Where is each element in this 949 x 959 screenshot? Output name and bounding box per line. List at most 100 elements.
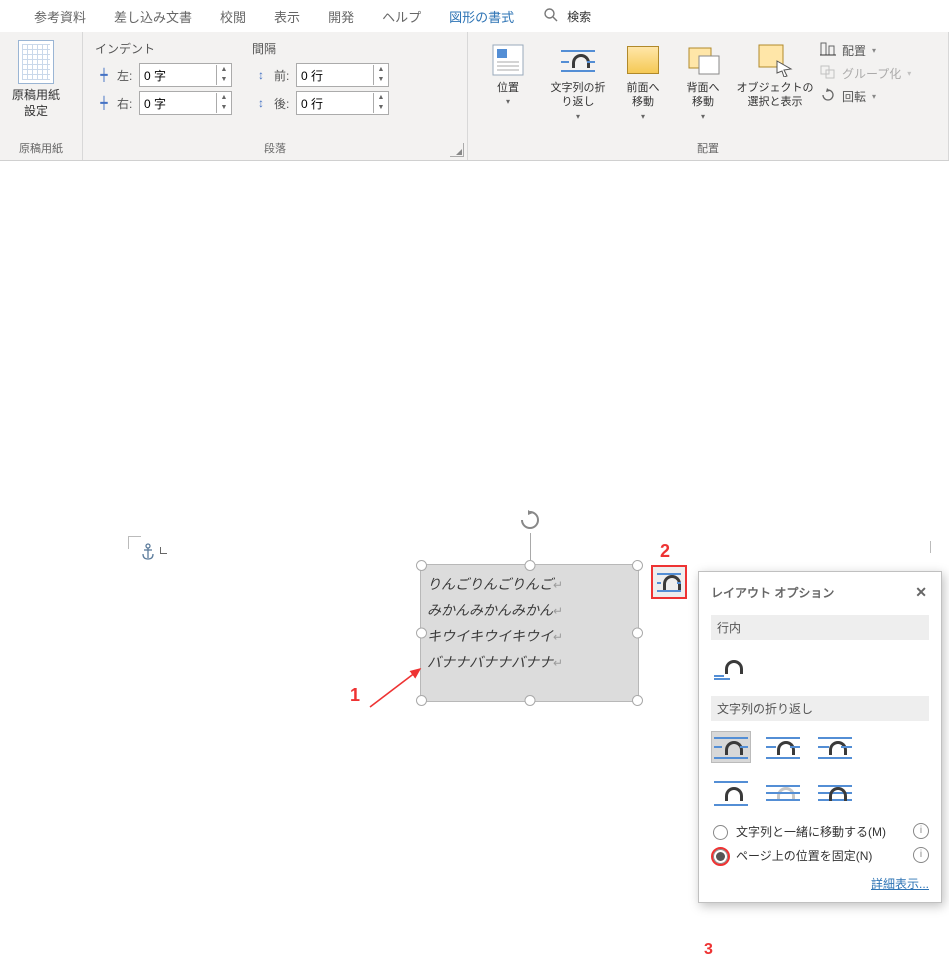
spacing-before-spinner[interactable]: ▲▼ xyxy=(296,63,389,87)
spinner-up[interactable]: ▲ xyxy=(217,65,231,75)
search-icon xyxy=(543,7,559,26)
right-margin-mark xyxy=(930,541,933,553)
radio-fix-on-page[interactable]: ページ上の位置を固定(N) i xyxy=(711,847,929,865)
indent-left-input[interactable] xyxy=(140,66,216,84)
selection-pane-icon xyxy=(757,42,793,78)
spacing-before-input[interactable] xyxy=(297,66,373,84)
resize-handle-tl[interactable] xyxy=(416,560,427,571)
spinner-down[interactable]: ▼ xyxy=(374,103,388,113)
radio-icon xyxy=(713,825,728,840)
layout-options-icon xyxy=(657,573,681,591)
details-link[interactable]: 詳細表示... xyxy=(871,877,929,891)
wrap-front-option[interactable] xyxy=(815,777,855,809)
ribbon-body: 原稿用紙 設定 原稿用紙 インデント ┿ 左: ▲▼ ┿ 右: xyxy=(0,32,949,161)
bring-forward-label: 前面へ 移動 xyxy=(627,81,660,110)
tab-developer[interactable]: 開発 xyxy=(314,1,368,32)
wrap-behind-option[interactable] xyxy=(763,777,803,809)
tab-mailmerge[interactable]: 差し込み文書 xyxy=(100,1,206,32)
spinner-down[interactable]: ▼ xyxy=(374,75,388,85)
spacing-after-input[interactable] xyxy=(297,94,373,112)
spacing-before-label: 前: xyxy=(274,67,292,84)
layout-options-popup: レイアウト オプション ✕ 行内 文字列の折り返し xyxy=(698,571,942,903)
rotate-connector xyxy=(530,533,531,560)
spinner-up[interactable]: ▲ xyxy=(374,65,388,75)
bring-forward-button[interactable]: 前面へ 移動▾ xyxy=(614,40,672,123)
spinner-down[interactable]: ▼ xyxy=(217,75,231,85)
spacing-after-spinner[interactable]: ▲▼ xyxy=(296,91,389,115)
genkou-button[interactable]: 原稿用紙 設定 xyxy=(6,36,66,123)
popup-title: レイアウト オプション xyxy=(711,584,834,601)
resize-handle-br[interactable] xyxy=(632,695,643,706)
resize-handle-r[interactable] xyxy=(632,628,643,639)
indent-header: インデント xyxy=(95,40,232,57)
tab-review[interactable]: 校閲 xyxy=(206,1,260,32)
rotate-label: 回転 xyxy=(842,88,866,105)
info-icon[interactable]: i xyxy=(913,847,929,863)
layout-options-button[interactable] xyxy=(651,565,687,599)
resize-handle-tr[interactable] xyxy=(632,560,643,571)
textbox-content: りんごりんごりんご↵ みかんみかんみかん↵ キウイキウイキウイ↵ バナナバナナバ… xyxy=(421,565,638,685)
wrap-square-option[interactable] xyxy=(711,731,751,763)
position-label: 位置 xyxy=(497,81,519,95)
text-wrap-icon xyxy=(560,42,596,78)
resize-handle-bl[interactable] xyxy=(416,695,427,706)
tab-shape-format[interactable]: 図形の書式 xyxy=(435,1,528,32)
indent-right-label: 右: xyxy=(117,95,135,112)
spacing-before-icon: ↕ xyxy=(252,68,270,82)
radio-icon xyxy=(713,849,728,864)
resize-handle-b[interactable] xyxy=(524,695,535,706)
align-button[interactable]: 配置▾ xyxy=(820,42,911,59)
spinner-up[interactable]: ▲ xyxy=(374,93,388,103)
selection-pane-button[interactable]: オブジェクトの 選択と表示 xyxy=(734,40,816,123)
selected-textbox[interactable]: りんごりんごりんご↵ みかんみかんみかん↵ キウイキウイキウイ↵ バナナバナナバ… xyxy=(420,564,639,702)
info-icon[interactable]: i xyxy=(913,823,929,839)
spacing-after-label: 後: xyxy=(274,95,292,112)
indent-left-label: 左: xyxy=(117,67,135,84)
resize-handle-t[interactable] xyxy=(524,560,535,571)
rotate-icon xyxy=(820,88,836,105)
selection-pane-label: オブジェクトの 選択と表示 xyxy=(737,81,814,110)
spinner-down[interactable]: ▼ xyxy=(217,103,231,113)
paragraph-dialog-launcher[interactable] xyxy=(450,143,464,157)
cursor-mark xyxy=(160,547,167,554)
ribbon-tabs: 参考資料 差し込み文書 校閲 表示 開発 ヘルプ 図形の書式 検索 xyxy=(0,0,949,32)
group-label: グループ化 xyxy=(842,65,901,82)
radio-move-label: 文字列と一緒に移動する(M) xyxy=(736,823,905,841)
rotate-handle[interactable] xyxy=(519,509,541,531)
wrap-inline-option[interactable] xyxy=(711,650,751,682)
wrap-topbottom-option[interactable] xyxy=(711,777,751,809)
annotation-3: 3 xyxy=(704,941,713,959)
spinner-up[interactable]: ▲ xyxy=(217,93,231,103)
annotation-1: 1 xyxy=(350,685,360,706)
group-title-paragraph: 段落 xyxy=(89,136,461,160)
send-backward-icon xyxy=(685,42,721,78)
group-title-genkou: 原稿用紙 xyxy=(6,136,76,160)
rotate-button[interactable]: 回転▾ xyxy=(820,88,911,105)
text-wrap-label: 文字列の折 り返し xyxy=(551,81,606,110)
indent-right-spinner[interactable]: ▲▼ xyxy=(139,91,232,115)
resize-handle-l[interactable] xyxy=(416,628,427,639)
group-title-arrange: 配置 xyxy=(474,136,942,160)
search-box[interactable]: 検索 xyxy=(543,7,591,26)
radio-move-with-text[interactable]: 文字列と一緒に移動する(M) i xyxy=(711,823,929,841)
section-inline: 行内 xyxy=(711,615,929,640)
tab-references[interactable]: 参考資料 xyxy=(20,1,100,32)
section-wrap: 文字列の折り返し xyxy=(711,696,929,721)
popup-close-button[interactable]: ✕ xyxy=(913,584,929,601)
indent-left-spinner[interactable]: ▲▼ xyxy=(139,63,232,87)
tab-help[interactable]: ヘルプ xyxy=(368,1,435,32)
wrap-tight-option[interactable] xyxy=(763,731,803,763)
wrap-through-option[interactable] xyxy=(815,731,855,763)
position-icon xyxy=(490,42,526,78)
indent-right-input[interactable] xyxy=(140,94,216,112)
text-wrap-button[interactable]: 文字列の折 り返し▾ xyxy=(544,40,612,123)
position-button[interactable]: 位置▾ xyxy=(474,40,542,123)
indent-right-icon: ┿ xyxy=(95,96,113,110)
align-label: 配置 xyxy=(842,42,866,59)
spacing-after-icon: ↕ xyxy=(252,96,270,110)
document-area[interactable]: りんごりんごりんご↵ みかんみかんみかん↵ キウイキウイキウイ↵ バナナバナナバ… xyxy=(0,161,949,897)
send-backward-button[interactable]: 背面へ 移動▾ xyxy=(674,40,732,123)
tab-view[interactable]: 表示 xyxy=(260,1,314,32)
spacing-header: 間隔 xyxy=(252,40,389,57)
annotation-2: 2 xyxy=(660,541,670,562)
